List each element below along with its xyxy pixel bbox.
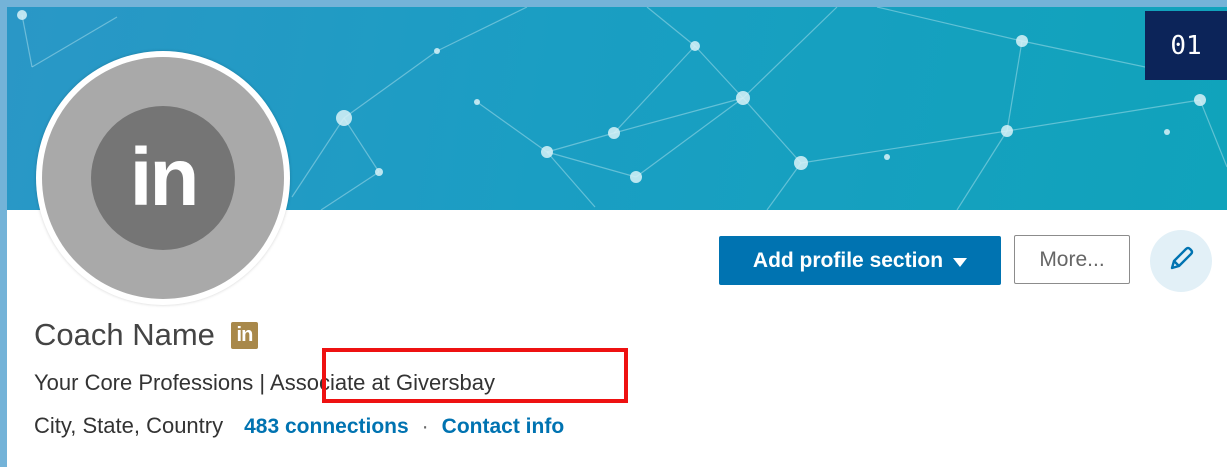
headline-professions: Your Core Professions |: [34, 370, 271, 395]
profile-name-row: Coach Name in: [34, 317, 258, 353]
profile-name: Coach Name: [34, 317, 215, 352]
connections-link[interactable]: 483 connections: [244, 415, 409, 439]
highlight-annotation-box: [322, 348, 628, 403]
premium-badge-icon: in: [230, 321, 258, 349]
profile-card: 01 in Add profile section More... Coach …: [7, 7, 1227, 467]
avatar: in: [42, 57, 284, 299]
profile-photo[interactable]: in: [36, 51, 290, 305]
profile-meta-row: City, State, Country 483 connections · C…: [34, 413, 564, 439]
edit-profile-button[interactable]: [1150, 230, 1212, 292]
linkedin-logo-icon: in: [91, 106, 235, 250]
caret-down-icon: [953, 249, 968, 273]
separator-dot: ·: [421, 415, 429, 438]
slide-number-badge: 01: [1145, 11, 1227, 80]
add-profile-section-label: Add profile section: [752, 248, 944, 272]
profile-location: City, State, Country: [34, 413, 224, 438]
pencil-icon: [1166, 244, 1196, 279]
contact-info-link[interactable]: Contact info: [442, 415, 564, 439]
add-profile-section-button[interactable]: Add profile section: [719, 236, 1001, 285]
more-button[interactable]: More...: [1014, 235, 1130, 284]
